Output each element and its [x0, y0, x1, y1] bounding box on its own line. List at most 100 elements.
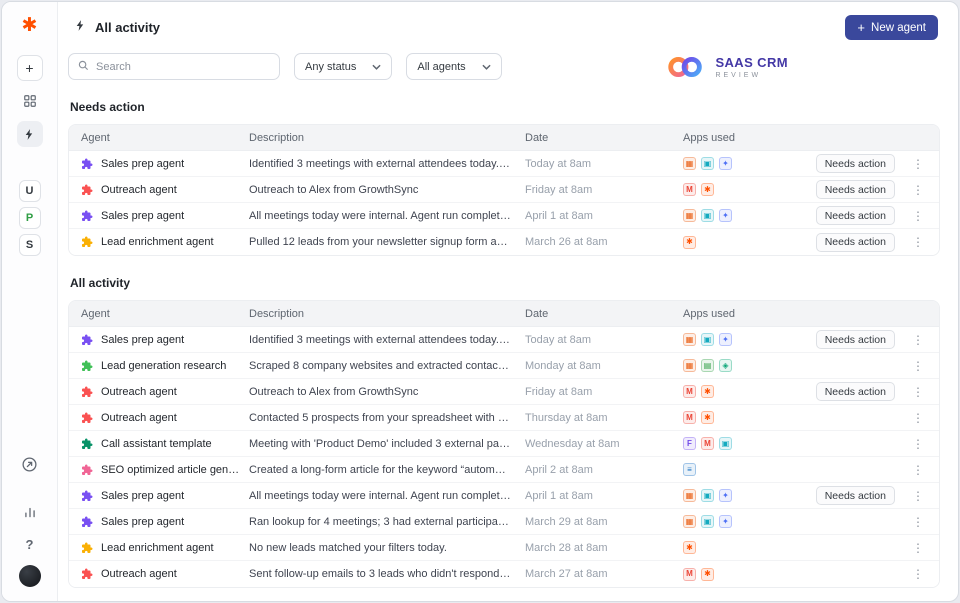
app-logo-icon[interactable]: ✱	[22, 16, 38, 35]
table-row[interactable]: SEO optimized article gen… Created a long…	[69, 457, 939, 483]
badge-cell: Needs action	[795, 382, 905, 401]
badge-cell: Needs action	[795, 330, 905, 349]
agent-cell: Sales prep agent	[81, 334, 249, 346]
puzzle-icon	[81, 360, 93, 372]
table-row[interactable]: Call assistant template Meeting with 'Pro…	[69, 431, 939, 457]
chevron-down-icon	[372, 61, 381, 73]
new-agent-button[interactable]: + New agent	[845, 15, 938, 40]
kebab-menu-icon[interactable]: ⋮	[905, 515, 931, 529]
sidebar-bottom: ?	[18, 456, 41, 587]
badge-cell: Needs action	[795, 232, 905, 252]
kebab-menu-icon[interactable]: ⋮	[905, 489, 931, 503]
apps-cell: ✱	[683, 541, 795, 554]
needs-action-badge[interactable]: Needs action	[815, 232, 895, 252]
activity-table: Agent Description Date Apps used Sales prep …	[68, 124, 940, 256]
table-row[interactable]: Outreach agent Outreach to Alex from Grow…	[69, 379, 939, 405]
kebab-menu-icon[interactable]: ⋮	[905, 333, 931, 347]
interfaces-icon: ▣	[701, 515, 714, 528]
needs-action-badge[interactable]: Needs action	[815, 180, 895, 199]
needs-action-badge[interactable]: Needs action	[815, 382, 895, 401]
agents-select[interactable]: All agents	[406, 53, 502, 80]
table-row[interactable]: Sales prep agent Identified 3 meetings wi…	[69, 151, 939, 177]
plus-icon: +	[25, 60, 34, 76]
workspace-u[interactable]: U	[18, 180, 41, 202]
kebab-menu-icon[interactable]: ⋮	[905, 463, 931, 477]
description-cell: No new leads matched your filters today.	[249, 541, 447, 554]
zapier-icon: ✱	[701, 385, 714, 398]
search-icon	[78, 58, 89, 76]
apps-cell: M ✱	[683, 567, 795, 581]
puzzle-icon	[81, 158, 93, 170]
analytics-icon[interactable]	[23, 505, 37, 524]
badge-cell: Needs action	[795, 206, 905, 225]
table-row[interactable]: Outreach agent Outreach to Alex from Grow…	[69, 177, 939, 203]
agent-name: Sales prep agent	[101, 333, 185, 346]
description-cell: All meetings today were internal. Agent …	[249, 209, 525, 222]
table-row[interactable]: Lead enrichment agent No new leads matche…	[69, 535, 939, 561]
table-row[interactable]: Sales prep agent All meetings today were …	[69, 203, 939, 229]
agent-name: Call assistant template	[101, 437, 212, 450]
kebab-menu-icon[interactable]: ⋮	[905, 235, 931, 249]
interfaces-icon: ▣	[719, 437, 732, 450]
kebab-menu-icon[interactable]: ⋮	[905, 359, 931, 373]
kebab-menu-icon[interactable]: ⋮	[905, 157, 931, 171]
interfaces-icon: ▣	[701, 157, 714, 170]
description-cell: Identified 3 meetings with external atte…	[249, 333, 525, 346]
kebab-menu-icon[interactable]: ⋮	[905, 567, 931, 581]
agent-cell: Sales prep agent	[81, 490, 249, 502]
chatbots-icon: ✦	[719, 157, 732, 170]
help-icon[interactable]: ?	[26, 537, 34, 552]
needs-action-badge[interactable]: Needs action	[815, 330, 895, 349]
needs-action-badge[interactable]: Needs action	[815, 206, 895, 225]
activity-bolt-icon[interactable]	[16, 121, 43, 147]
puzzle-icon	[81, 386, 93, 398]
table-row[interactable]: Sales prep agent All meetings today were …	[69, 483, 939, 509]
date-cell: Monday at 8am	[525, 359, 601, 372]
description-cell: Meeting with 'Product Demo' included 3 e…	[249, 437, 525, 450]
needs-action-badge[interactable]: Needs action	[815, 486, 895, 505]
column-header-date: Date	[525, 131, 549, 144]
whats-new-icon[interactable]	[21, 456, 38, 478]
agent-name: Lead enrichment agent	[101, 236, 214, 248]
kebab-menu-icon[interactable]: ⋮	[905, 411, 931, 425]
description-cell: Pulled 12 leads from your newsletter sig…	[249, 236, 525, 248]
add-button[interactable]: +	[16, 55, 43, 81]
date-cell: Wednesday at 8am	[525, 437, 620, 450]
table-row[interactable]: Lead enrichment agent Pulled 12 leads fro…	[69, 229, 939, 255]
workspace-p[interactable]: P	[18, 207, 41, 229]
table-row[interactable]: Lead generation research Scraped 8 compan…	[69, 353, 939, 379]
agent-name: Lead enrichment agent	[101, 541, 214, 554]
gmail-icon: M	[683, 183, 696, 196]
kebab-menu-icon[interactable]: ⋮	[905, 437, 931, 451]
search-input[interactable]	[96, 60, 270, 73]
agent-name: Outreach agent	[101, 568, 177, 580]
gmail-icon: M	[683, 385, 696, 398]
gmail-icon: M	[683, 411, 696, 424]
table-row[interactable]: Sales prep agent Identified 3 meetings wi…	[69, 327, 939, 353]
apps-cell: ▦ ▣ ✦	[683, 157, 795, 170]
workspace-s[interactable]: S	[18, 234, 41, 256]
table-row[interactable]: Sales prep agent Ran lookup for 4 meeting…	[69, 509, 939, 535]
kebab-menu-icon[interactable]: ⋮	[905, 183, 931, 197]
chatbots-icon: ✦	[719, 209, 732, 222]
status-select[interactable]: Any status	[294, 53, 393, 80]
date-cell: March 27 at 8am	[525, 568, 608, 580]
date-cell: March 26 at 8am	[525, 236, 608, 248]
table-row[interactable]: Outreach agent Contacted 5 prospects from…	[69, 405, 939, 431]
agent-cell: Call assistant template	[81, 438, 249, 450]
user-avatar[interactable]	[18, 565, 41, 587]
puzzle-icon	[81, 516, 93, 528]
needs-action-badge[interactable]: Needs action	[815, 154, 895, 173]
apps-cell: M ✱	[683, 385, 795, 398]
kebab-menu-icon[interactable]: ⋮	[905, 541, 931, 555]
chatbots-icon: ✦	[719, 489, 732, 502]
docs-icon: ≡	[683, 463, 696, 476]
workspace-list: UPS	[18, 180, 41, 256]
kebab-menu-icon[interactable]: ⋮	[905, 385, 931, 399]
description-cell: Scraped 8 company websites and extracted…	[249, 359, 525, 372]
apps-cell: ▦ ▤ ◈	[683, 359, 795, 372]
dashboard-grid-icon[interactable]	[17, 88, 43, 114]
tables-icon: ▦	[683, 515, 696, 528]
kebab-menu-icon[interactable]: ⋮	[905, 209, 931, 223]
table-row[interactable]: Outreach agent Sent follow-up emails to 3…	[69, 561, 939, 587]
